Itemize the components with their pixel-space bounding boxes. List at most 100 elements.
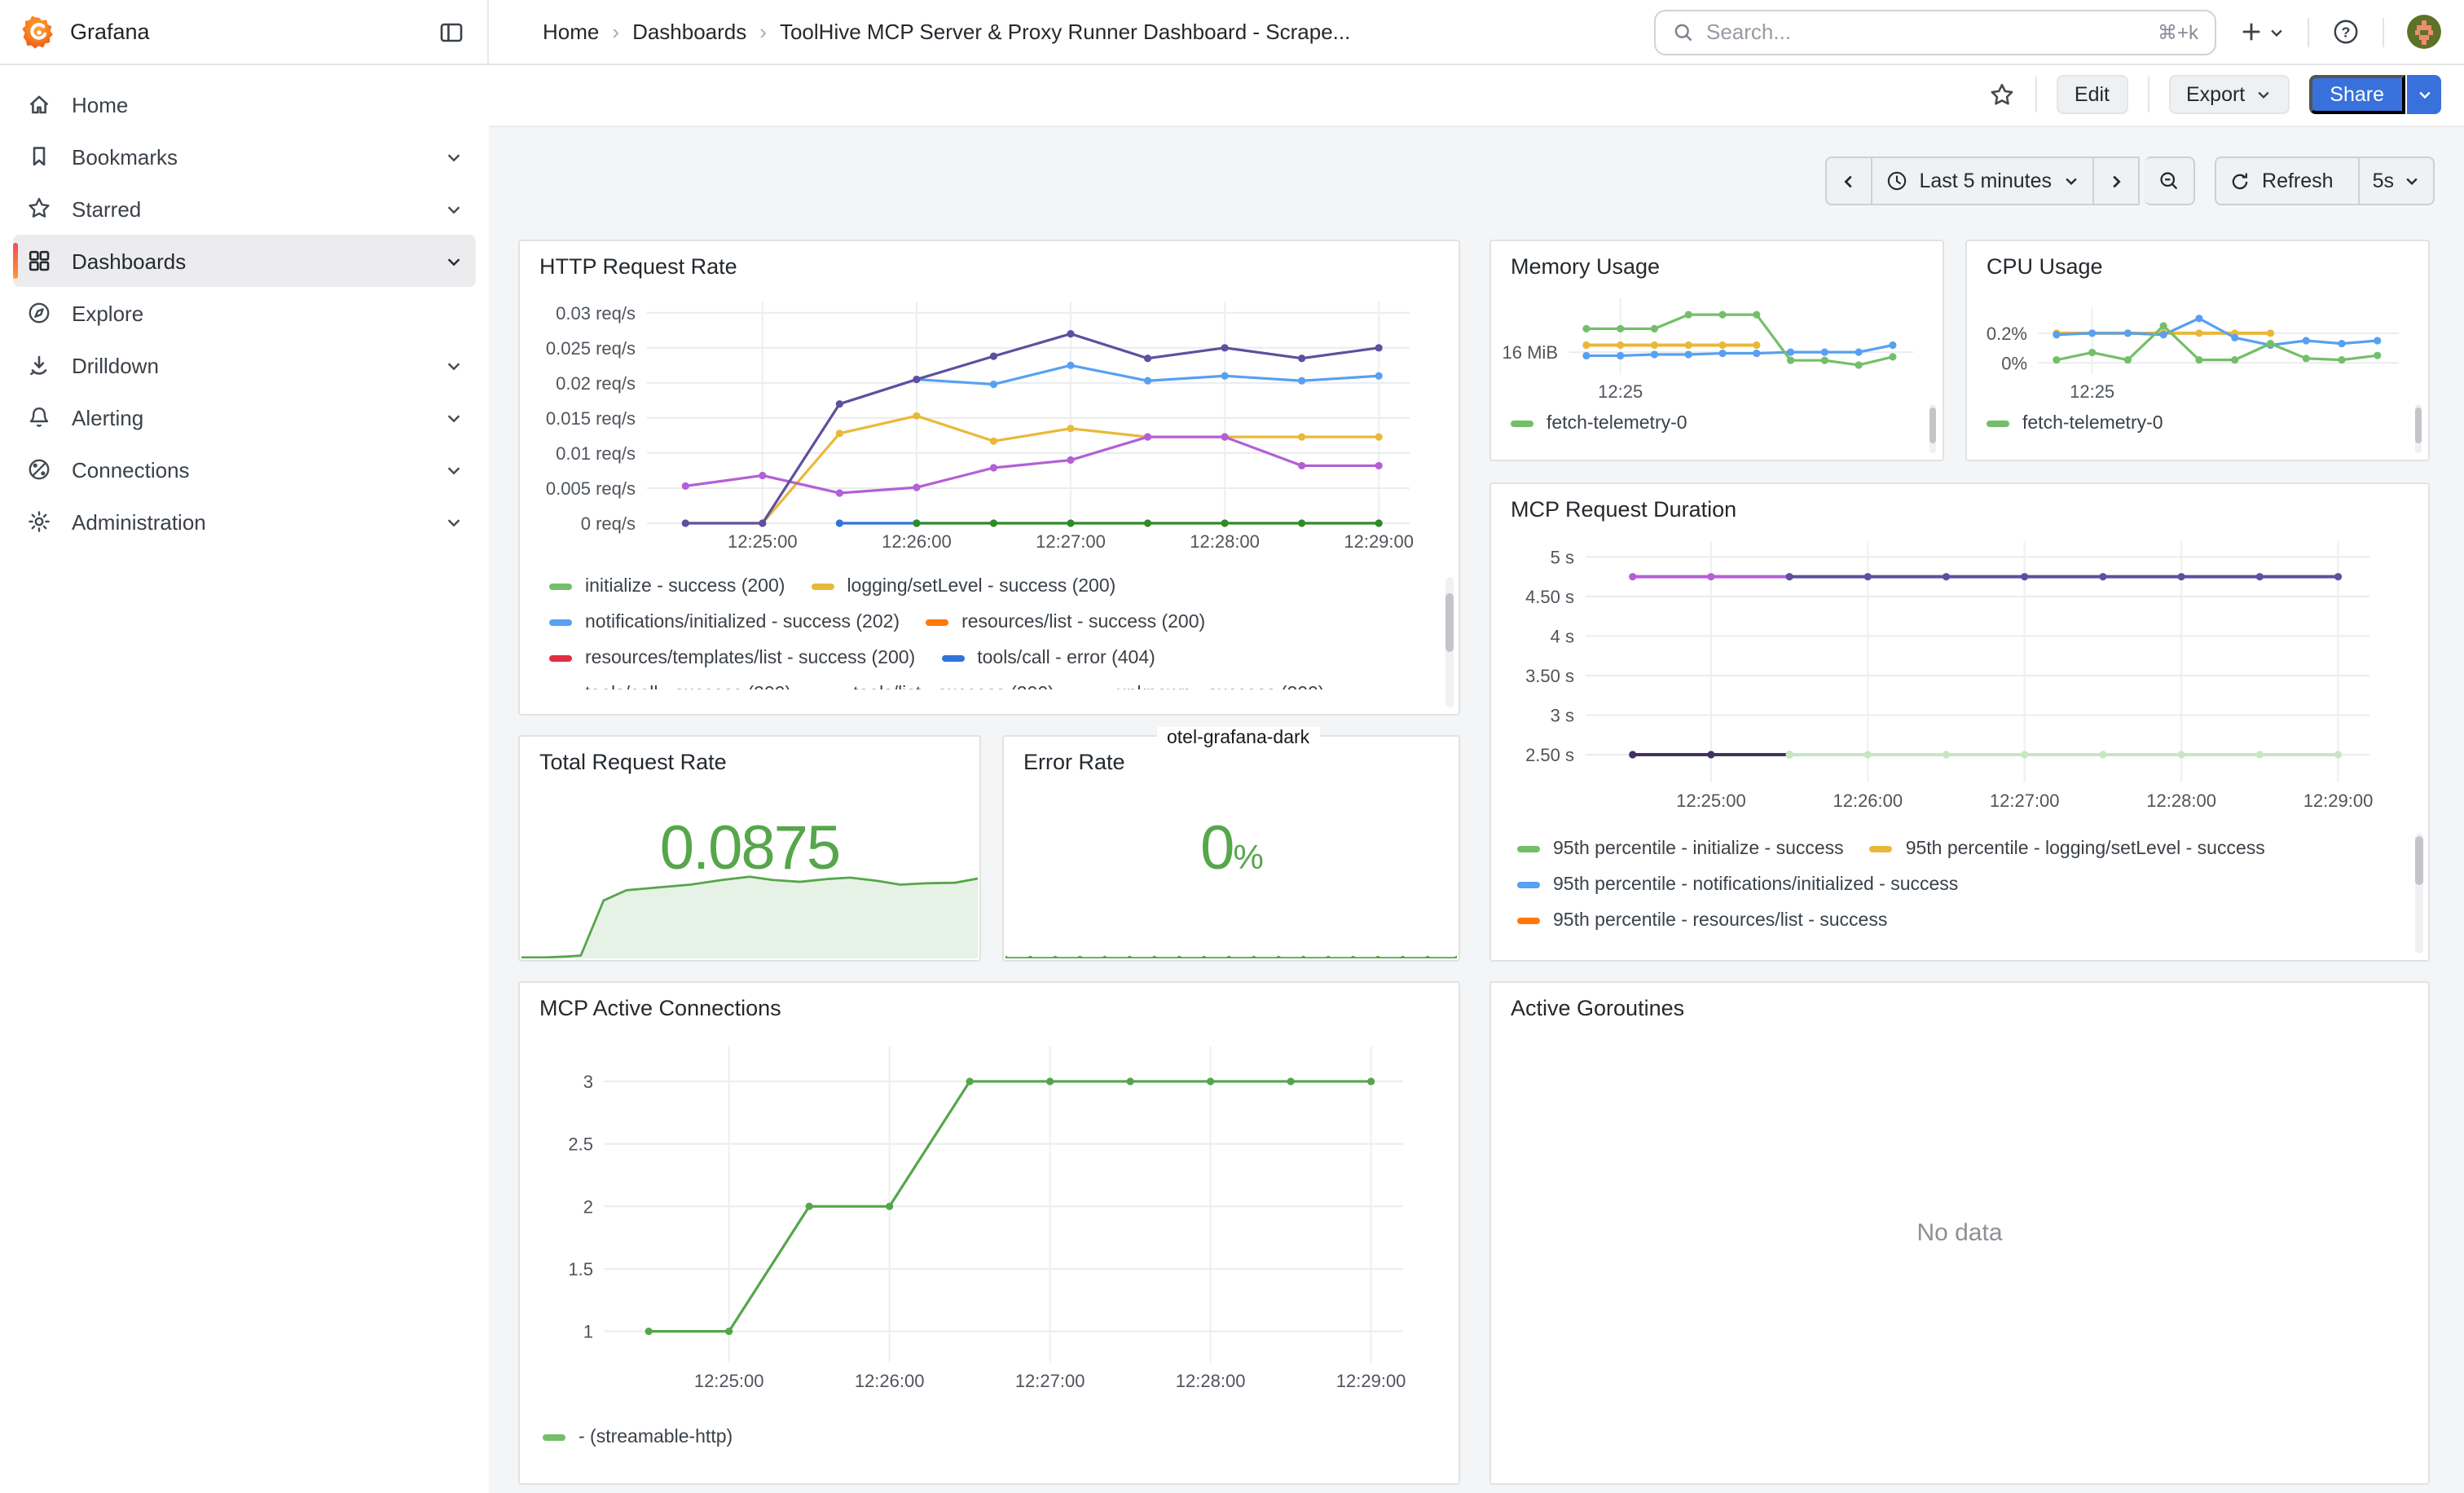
memory-legend: fetch-telemetry-0 <box>1491 399 1943 448</box>
time-range-picker[interactable]: Last 5 minutes <box>1872 156 2094 205</box>
mcp-request-duration-chart[interactable]: 5 s4.50 s4 s3.50 s3 s2.50 s12:25:0012:26… <box>1491 528 2428 825</box>
chevron-down-icon[interactable] <box>445 460 463 478</box>
legend-item[interactable]: 95th percentile - notifications/initiali… <box>1517 875 1958 895</box>
legend-scrollbar-thumb[interactable] <box>1929 407 1936 443</box>
sidebar-toggle-icon[interactable] <box>438 19 464 45</box>
chevron-down-icon[interactable] <box>445 356 463 374</box>
legend-item[interactable]: 95th percentile - logging/setLevel - suc… <box>1870 839 2265 859</box>
chevron-down-icon[interactable] <box>445 252 463 270</box>
grafana-app: Grafana Home › Dashboards › ToolHive MCP… <box>0 0 2464 1493</box>
refresh-icon <box>2229 170 2251 192</box>
sidebar-item-administration[interactable]: Administration <box>13 495 476 548</box>
time-shift-back-button[interactable] <box>1824 156 1872 205</box>
clock-icon <box>1885 170 1907 192</box>
panel-title[interactable]: Memory Usage <box>1491 241 1943 285</box>
share-button[interactable]: Share <box>2308 75 2405 114</box>
sidebar-item-bookmarks[interactable]: Bookmarks <box>13 130 476 183</box>
favorite-star-button[interactable] <box>1988 81 2016 108</box>
legend-item[interactable]: - (streamable-http) <box>543 1428 733 1447</box>
cpu-usage-chart[interactable]: 0.2%0%12:25 <box>1967 285 2428 399</box>
zoom-out-button[interactable] <box>2145 156 2195 205</box>
panel-title[interactable]: Total Request Rate <box>520 737 979 781</box>
svg-text:0.01 req/s: 0.01 req/s <box>556 443 636 464</box>
dashboards-grid-icon <box>26 248 52 274</box>
legend-swatch <box>1511 421 1533 427</box>
breadcrumb-dashboards[interactable]: Dashboards <box>632 20 746 44</box>
legend-scrollbar-thumb[interactable] <box>2415 407 2422 443</box>
chevron-down-icon[interactable] <box>445 513 463 531</box>
panel-title[interactable]: HTTP Request Rate <box>520 241 1459 285</box>
sidebar-item-dashboards[interactable]: Dashboards <box>13 235 476 287</box>
breadcrumb-home[interactable]: Home <box>543 20 599 44</box>
legend-item[interactable]: unknown - success (200) <box>1080 685 1325 689</box>
legend-scrollbar-thumb[interactable] <box>2415 836 2423 885</box>
panel-mcp-request-duration: MCP Request Duration 5 s4.50 s4 s3.50 s3… <box>1489 482 2430 962</box>
legend-item[interactable]: tools/call - success (200) <box>549 685 791 689</box>
share-menu-button[interactable] <box>2407 75 2441 114</box>
selected-accent-bar <box>13 243 18 279</box>
legend-item[interactable]: fetch-telemetry-0 <box>1987 414 2163 434</box>
panel-title[interactable]: MCP Request Duration <box>1491 484 2428 528</box>
legend-scrollbar <box>2415 404 2422 453</box>
legend-scrollbar-thumb[interactable] <box>1445 593 1454 652</box>
brand-name: Grafana <box>70 20 150 44</box>
panel-error-rate: Error Rate 0% <box>1002 735 1460 962</box>
svg-text:4.50 s: 4.50 s <box>1525 587 1574 607</box>
breadcrumb-current-dashboard[interactable]: ToolHive MCP Server & Proxy Runner Dashb… <box>780 20 1350 44</box>
grafana-logo-icon <box>21 14 57 50</box>
svg-text:2: 2 <box>583 1196 593 1217</box>
sidebar-navigation: Home Bookmarks Starred <box>0 64 489 1493</box>
svg-text:12:28:00: 12:28:00 <box>1176 1371 1246 1391</box>
refresh-button[interactable]: Refresh <box>2215 156 2360 205</box>
refresh-interval-picker[interactable]: 5s <box>2360 156 2435 205</box>
sidebar-item-explore[interactable]: Explore <box>13 287 476 339</box>
svg-text:0.03 req/s: 0.03 req/s <box>556 303 636 324</box>
legend-label: tools/call - error (404) <box>977 649 1155 668</box>
memory-usage-chart[interactable]: 16 MiB12:25 <box>1491 285 1943 399</box>
sidebar-item-alerting[interactable]: Alerting <box>13 391 476 443</box>
hover-series-tooltip: otel-grafana-dark <box>1157 727 1319 750</box>
panel-title[interactable]: CPU Usage <box>1967 241 2428 285</box>
legend-item[interactable]: resources/templates/list - success (200) <box>549 649 915 668</box>
svg-text:?: ? <box>2342 24 2351 40</box>
legend-item[interactable]: 95th percentile - resources/list - succe… <box>1517 911 1887 931</box>
http-legend: initialize - success (200) logging/setLe… <box>520 562 1459 689</box>
svg-text:0.005 req/s: 0.005 req/s <box>546 478 636 499</box>
http-request-rate-chart[interactable]: 0 req/s0.005 req/s0.01 req/s0.015 req/s0… <box>520 285 1459 562</box>
chevron-down-icon[interactable] <box>445 408 463 426</box>
svg-text:12:25:00: 12:25:00 <box>1676 791 1746 811</box>
legend-swatch <box>1517 882 1540 888</box>
legend-item[interactable]: 95th percentile - initialize - success <box>1517 839 1844 859</box>
chevron-down-icon[interactable] <box>445 200 463 218</box>
sidebar-item-drilldown[interactable]: Drilldown <box>13 339 476 391</box>
legend-item[interactable]: resources/list - success (200) <box>926 613 1205 632</box>
mcp-active-connections-chart[interactable]: 32.521.5112:25:0012:26:0012:27:0012:28:0… <box>520 1027 1459 1418</box>
legend-label: 95th percentile - logging/setLevel - suc… <box>1906 839 2265 859</box>
legend-item[interactable]: fetch-telemetry-0 <box>1511 414 1687 434</box>
legend-item[interactable]: notifications/initialized - success (202… <box>549 613 900 632</box>
add-button[interactable] <box>2239 20 2285 44</box>
user-avatar[interactable] <box>2407 15 2441 49</box>
panel-title[interactable]: MCP Active Connections <box>520 983 1459 1027</box>
connections-icon <box>26 456 52 482</box>
sidebar-item-connections[interactable]: Connections <box>13 443 476 495</box>
edit-button[interactable]: Edit <box>2057 75 2127 114</box>
panel-mcp-active-connections: MCP Active Connections 32.521.5112:25:00… <box>518 981 1460 1485</box>
sidebar-item-home[interactable]: Home <box>13 78 476 130</box>
sidebar-item-label: Administration <box>72 509 206 534</box>
legend-swatch <box>1517 918 1540 924</box>
chevron-down-icon[interactable] <box>445 148 463 165</box>
legend-item[interactable]: tools/call - error (404) <box>941 649 1155 668</box>
help-button[interactable]: ? <box>2332 18 2360 46</box>
legend-item[interactable]: logging/setLevel - success (200) <box>811 577 1115 597</box>
export-button[interactable]: Export <box>2168 75 2289 114</box>
time-shift-forward-button[interactable] <box>2094 156 2140 205</box>
legend-item[interactable]: tools/list - success (200) <box>817 685 1054 689</box>
legend-item[interactable]: initialize - success (200) <box>549 577 785 597</box>
search-shortcut: ⌘+k <box>2158 20 2198 43</box>
svg-text:2.5: 2.5 <box>568 1134 593 1155</box>
sidebar-item-starred[interactable]: Starred <box>13 183 476 235</box>
search-input[interactable]: Search... ⌘+k <box>1654 9 2216 55</box>
drilldown-icon <box>26 352 52 378</box>
chevron-down-icon <box>2268 24 2285 40</box>
